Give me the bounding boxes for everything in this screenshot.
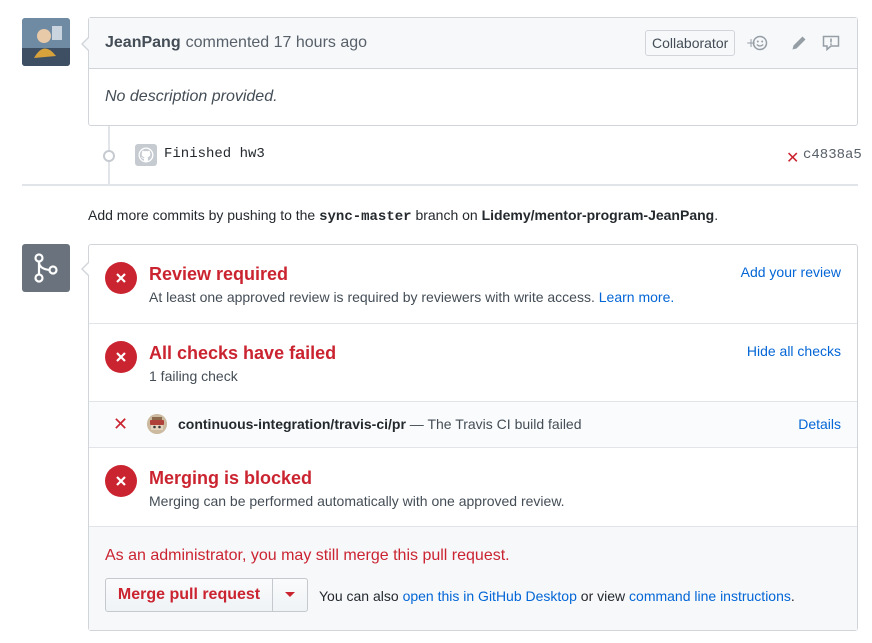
check-text: continuous-integration/travis-ci/pr — Th… (178, 416, 582, 432)
checks-subtitle: 1 failing check (149, 368, 238, 384)
comment-timestamp[interactable]: commented 17 hours ago (186, 34, 367, 52)
branch-name: sync-master (319, 209, 412, 225)
travis-ci-icon (147, 414, 167, 434)
alt-merge-note: You can also open this in GitHub Desktop… (319, 588, 795, 604)
repo-name: Lidemy/mentor-program-JeanPang (481, 207, 715, 223)
commit-sha[interactable]: c4838a5 (803, 147, 862, 163)
merge-pull-request-button[interactable]: Merge pull request (106, 579, 273, 611)
x-icon: ✕ (113, 414, 129, 434)
check-item: ✕ continuous-integration/travis-ci/pr — … (89, 402, 857, 448)
github-desktop-link[interactable]: open this in GitHub Desktop (403, 588, 577, 604)
commit-author-avatar[interactable] (135, 144, 157, 166)
push-note-suffix: . (714, 207, 719, 223)
learn-more-link[interactable]: Learn more. (599, 289, 674, 305)
x-icon[interactable]: ✕ (786, 148, 799, 168)
commit-message[interactable]: Finished hw3 (164, 146, 265, 162)
push-note-middle: branch on (415, 207, 478, 223)
comment-header: JeanPang commented 17 hours ago Collabor… (89, 18, 857, 69)
add-reaction-icon[interactable]: + (746, 32, 768, 54)
merge-button-group: Merge pull request (105, 578, 308, 612)
report-icon[interactable] (820, 32, 842, 54)
x-circle-icon (105, 262, 137, 294)
caret-down-icon (285, 592, 295, 597)
review-title: Review required (149, 264, 289, 284)
review-section: Review required At least one approved re… (89, 245, 857, 324)
blocked-subtitle: Merging can be performed automatically w… (149, 493, 565, 509)
hide-checks-link[interactable]: Hide all checks (747, 343, 841, 359)
git-merge-icon (22, 244, 70, 292)
check-details-link[interactable]: Details (798, 416, 841, 432)
check-separator: — (409, 416, 424, 432)
avatar[interactable] (22, 18, 70, 66)
merge-options-dropdown[interactable] (273, 579, 307, 611)
admin-merge-area: As an administrator, you may still merge… (89, 527, 857, 630)
review-subtitle: At least one approved review is required… (149, 289, 674, 305)
x-circle-icon (105, 465, 137, 497)
alt-note-prefix: You can also (319, 588, 399, 604)
add-review-link[interactable]: Add your review (741, 264, 841, 280)
blocked-section: Merging is blocked Merging can be perfor… (89, 448, 857, 527)
merge-box: Review required At least one approved re… (81, 244, 858, 631)
pencil-icon[interactable] (788, 32, 810, 54)
push-note-prefix: Add more commits by pushing to the (88, 207, 316, 223)
blocked-title: Merging is blocked (149, 468, 313, 488)
command-line-link[interactable]: command line instructions (629, 588, 791, 604)
svg-text:+: + (746, 36, 756, 50)
comment: JeanPang commented 17 hours ago Collabor… (81, 17, 858, 126)
checks-section: All checks have failed 1 failing check H… (89, 324, 857, 402)
check-description: The Travis CI build failed (427, 416, 582, 432)
x-circle-icon (105, 341, 137, 373)
comment-body: No description provided. (105, 88, 278, 105)
push-note: Add more commits by pushing to the sync-… (88, 207, 718, 225)
alt-note-middle: or view (580, 588, 626, 604)
check-name: continuous-integration/travis-ci/pr (178, 416, 406, 432)
checks-title: All checks have failed (149, 343, 337, 363)
review-subtitle-text: At least one approved review is required… (149, 289, 595, 305)
timeline-divider (22, 184, 858, 186)
alt-note-period: . (790, 588, 795, 604)
admin-note: As an administrator, you may still merge… (105, 547, 510, 564)
commit-icon (103, 150, 115, 162)
comment-author[interactable]: JeanPang (105, 34, 181, 52)
collaborator-badge: Collaborator (645, 30, 736, 56)
